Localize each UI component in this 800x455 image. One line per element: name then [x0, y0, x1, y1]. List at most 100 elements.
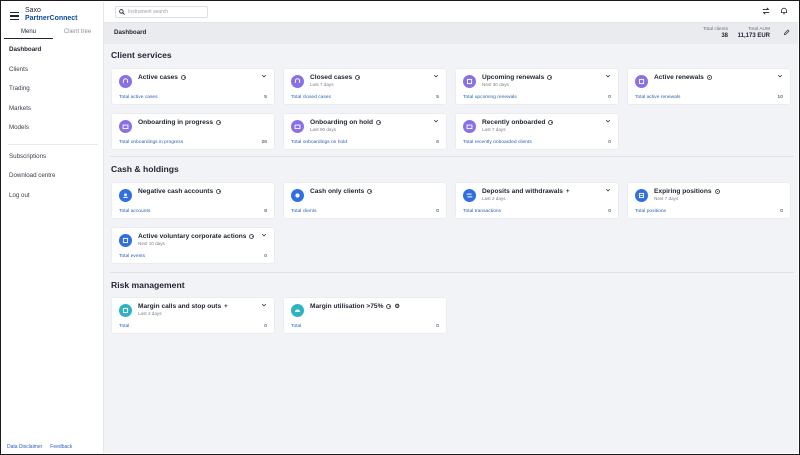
card-closed-cases[interactable]: Closed cases Last 7 days Total closed ca…: [284, 69, 446, 104]
cash-icon: [119, 189, 132, 202]
card-total-link[interactable]: Total closed cases: [291, 95, 331, 100]
card-active-renewals[interactable]: Active renewals Total active renewals 10: [628, 69, 790, 104]
card-margin-calls-and-stop-outs[interactable]: Margin calls and stop outs + Last 2 days …: [112, 298, 274, 333]
card-count: 0: [264, 254, 267, 259]
card-count: 10: [777, 95, 783, 100]
feedback-link[interactable]: Feedback: [50, 444, 72, 450]
card-subtitle: Next 10 days: [138, 241, 165, 246]
card-cash-only-clients[interactable]: Cash only clients Total clients 0: [284, 183, 446, 218]
sidebar-divider: [8, 143, 98, 145]
brand-line-1: Saxo: [25, 7, 41, 14]
sidebar-item-markets[interactable]: Markets: [2, 103, 104, 123]
info-icon[interactable]: [216, 120, 222, 125]
info-icon[interactable]: [180, 75, 186, 80]
info-icon[interactable]: [386, 304, 392, 309]
bell-icon[interactable]: [780, 7, 788, 15]
card-margin-utilisation[interactable]: Margin utilisation >75% ⚙ Total 0: [284, 298, 446, 333]
card-recently-onboarded[interactable]: Recently onboarded Last 7 days Total rec…: [456, 114, 618, 149]
section-title-client-services: Client services: [111, 50, 172, 60]
dashboard-header: Dashboard Total clients 38 Total AUM 11,…: [104, 23, 798, 44]
onboarding-icon: [291, 120, 304, 133]
card-total-link[interactable]: Total active cases: [119, 95, 158, 100]
chevron-down-icon[interactable]: [605, 118, 611, 124]
chevron-down-icon[interactable]: [433, 73, 439, 79]
onboarding-icon: [463, 120, 476, 133]
card-total-link[interactable]: Total: [119, 324, 129, 329]
sidebar-item-trading[interactable]: Trading: [2, 83, 104, 103]
plus-icon[interactable]: +: [224, 304, 228, 310]
section-divider: [110, 272, 794, 273]
brand-line-2: PartnerConnect: [25, 15, 78, 22]
sidebar-item-subscriptions[interactable]: Subscriptions: [2, 151, 104, 171]
data-disclaimer-link[interactable]: Data Disclaimer: [7, 444, 42, 450]
info-icon[interactable]: [548, 120, 554, 125]
sidebar-item-clients[interactable]: Clients: [2, 64, 104, 84]
info-icon[interactable]: [376, 120, 381, 125]
chevron-down-icon[interactable]: [605, 73, 611, 79]
card-title: Upcoming renewals: [482, 74, 545, 81]
total-clients-stat: Total clients 38: [703, 26, 728, 40]
tab-client-tree[interactable]: Client tree: [53, 26, 102, 39]
card-subtitle: Last 2 days: [138, 311, 162, 316]
info-icon[interactable]: [547, 75, 553, 80]
total-aum-value: 11,173 EUR: [737, 33, 770, 39]
card-onboarding-on-hold[interactable]: Onboarding on hold Last 90 days Total on…: [284, 114, 446, 149]
card-total-link[interactable]: Total: [291, 324, 301, 329]
card-count: 0: [608, 140, 611, 145]
card-total-link[interactable]: Total onboardings on hold: [291, 140, 347, 145]
card-count: 5: [436, 95, 439, 100]
card-onboarding-in-progress[interactable]: Onboarding in progress Total onboardings…: [112, 114, 274, 149]
onboarding-icon: [119, 120, 132, 133]
card-count: 5: [264, 95, 267, 100]
chevron-down-icon[interactable]: [261, 73, 267, 79]
info-icon[interactable]: [355, 75, 361, 80]
info-icon[interactable]: [367, 189, 373, 194]
chevron-down-icon[interactable]: [261, 232, 267, 238]
gear-icon[interactable]: ⚙: [394, 303, 399, 310]
cash-icon: [291, 189, 304, 202]
sidebar-item-download-centre[interactable]: Download centre: [2, 170, 104, 190]
card-count: 0: [264, 324, 267, 329]
plus-icon[interactable]: +: [566, 189, 570, 195]
info-icon[interactable]: [714, 189, 720, 194]
sidebar-nav: Dashboard Clients Trading Markets Models…: [2, 44, 104, 209]
info-icon[interactable]: [249, 234, 255, 239]
renewal-icon: [463, 75, 476, 88]
card-negative-cash-accounts[interactable]: Negative cash accounts Total accounts 8: [112, 183, 274, 218]
total-clients-value: 38: [721, 33, 728, 39]
card-total-link[interactable]: Total accounts: [119, 209, 150, 214]
card-total-link[interactable]: Total events: [119, 254, 145, 259]
card-total-link[interactable]: Total positions: [635, 209, 666, 214]
card-total-link[interactable]: Total clients: [291, 209, 317, 214]
page-title: Dashboard: [114, 29, 147, 36]
card-title: Active renewals: [654, 74, 704, 81]
edit-icon[interactable]: [783, 29, 790, 36]
card-total-link[interactable]: Total upcoming renewals: [463, 95, 517, 100]
card-upcoming-renewals[interactable]: Upcoming renewals Next 30 days Total upc…: [456, 69, 618, 104]
instrument-search[interactable]: [115, 6, 208, 18]
search-input[interactable]: [128, 9, 204, 15]
chevron-down-icon[interactable]: [433, 118, 439, 124]
card-active-voluntary-corporate-actions[interactable]: Active voluntary corporate actions Next …: [112, 228, 274, 263]
card-total-link[interactable]: Total onboardings in progress: [119, 140, 183, 145]
brand-logo: Saxo PartnerConnect: [25, 7, 78, 23]
chevron-down-icon[interactable]: [777, 73, 783, 79]
info-icon[interactable]: [216, 189, 222, 194]
sidebar-item-log-out[interactable]: Log out: [2, 190, 104, 210]
sidebar-item-models[interactable]: Models: [2, 122, 104, 142]
chevron-down-icon[interactable]: [605, 187, 611, 193]
chevron-down-icon[interactable]: [261, 302, 267, 308]
sidebar: Saxo PartnerConnect Menu Client tree Das…: [2, 2, 104, 453]
card-deposits-and-withdrawals[interactable]: Deposits and withdrawals + Last 2 days To…: [456, 183, 618, 218]
card-total-link[interactable]: Total transactions: [463, 209, 501, 214]
info-icon[interactable]: [706, 75, 712, 80]
transfer-icon[interactable]: [762, 7, 770, 15]
sidebar-item-dashboard[interactable]: Dashboard: [2, 44, 104, 64]
card-active-cases[interactable]: Active cases Total active cases 5: [112, 69, 274, 104]
card-expiring-positions[interactable]: Expiring positions Next 7 days Total pos…: [628, 183, 790, 218]
card-total-link[interactable]: Total active renewals: [635, 95, 680, 100]
card-total-link[interactable]: Total recently onboarded clients: [463, 140, 532, 145]
tab-menu[interactable]: Menu: [4, 26, 53, 39]
card-count: 0: [608, 209, 611, 214]
hamburger-menu-icon[interactable]: [10, 12, 19, 20]
